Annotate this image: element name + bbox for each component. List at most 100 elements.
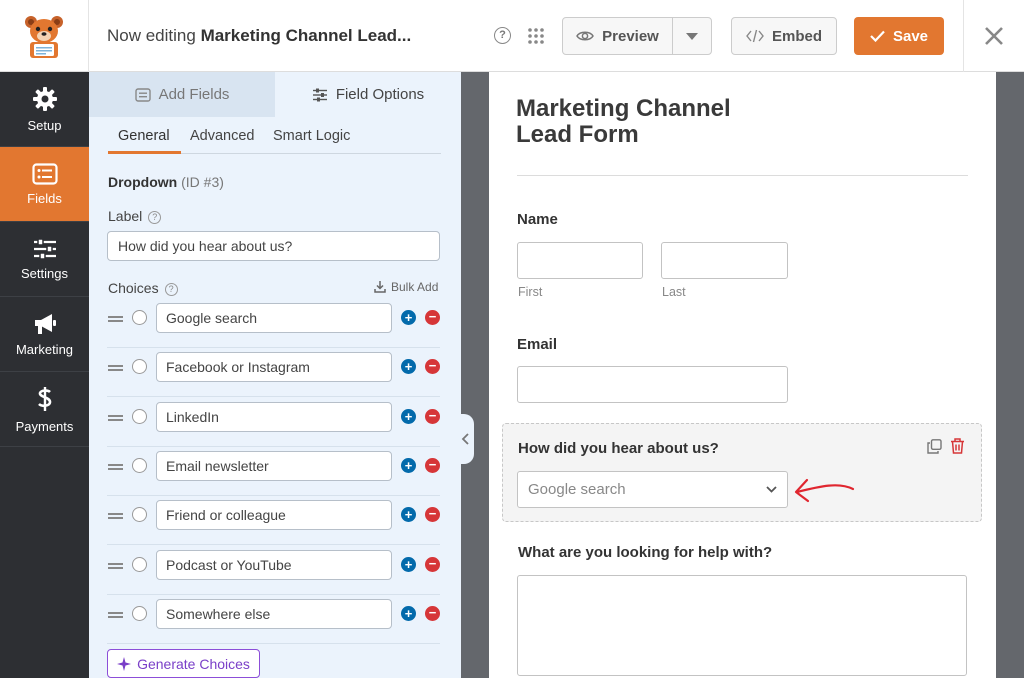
help-icon[interactable]: ? xyxy=(494,27,511,44)
form-title: Marketing Channel Lead Form xyxy=(516,95,731,148)
help-field-label: What are you looking for help with? xyxy=(518,544,773,561)
choice-input[interactable]: Facebook or Instagram xyxy=(156,352,392,382)
gear-icon xyxy=(32,86,57,111)
default-radio[interactable] xyxy=(132,507,147,522)
nav-item-payments[interactable]: Payments xyxy=(0,372,89,447)
grid-dots-icon[interactable] xyxy=(527,27,545,45)
choice-row: LinkedIn + − xyxy=(107,398,440,447)
default-radio[interactable] xyxy=(132,458,147,473)
drag-handle-icon[interactable] xyxy=(108,365,123,371)
form-name: Marketing Channel Lead... xyxy=(200,26,412,45)
sliders-icon xyxy=(312,88,327,101)
choice-input[interactable]: Google search xyxy=(156,303,392,333)
choice-input[interactable]: LinkedIn xyxy=(156,402,392,432)
default-radio[interactable] xyxy=(132,359,147,374)
drag-handle-icon[interactable] xyxy=(108,316,123,322)
choice-input[interactable]: Email newsletter xyxy=(156,451,392,481)
nav-item-settings[interactable]: Settings xyxy=(0,222,89,297)
remove-choice-icon[interactable]: − xyxy=(425,310,440,325)
nav-item-fields[interactable]: Fields xyxy=(0,147,89,222)
trash-icon[interactable] xyxy=(950,438,965,454)
remove-choice-icon[interactable]: − xyxy=(425,557,440,572)
subtab-advanced[interactable]: Advanced xyxy=(190,128,255,144)
drag-handle-icon[interactable] xyxy=(108,563,123,569)
embed-label: Embed xyxy=(771,27,822,45)
list-icon xyxy=(134,87,151,102)
tab-field-options[interactable]: Field Options xyxy=(275,72,461,117)
drag-handle-icon[interactable] xyxy=(108,612,123,618)
choice-input[interactable]: Podcast or YouTube xyxy=(156,550,392,580)
nav-label-payments: Payments xyxy=(15,418,74,434)
add-choice-icon[interactable]: + xyxy=(401,606,416,621)
choice-input[interactable]: Somewhere else xyxy=(156,599,392,629)
left-nav: Setup Fields Settings Marketing Payments xyxy=(0,72,89,678)
eye-icon xyxy=(576,31,595,41)
remove-choice-icon[interactable]: − xyxy=(425,409,440,424)
check-icon xyxy=(870,30,885,42)
default-radio[interactable] xyxy=(132,606,147,621)
close-icon xyxy=(985,27,1003,45)
title-divider xyxy=(517,175,968,176)
add-choice-icon[interactable]: + xyxy=(401,409,416,424)
add-choice-icon[interactable]: + xyxy=(401,310,416,325)
remove-choice-icon[interactable]: − xyxy=(425,507,440,522)
default-radio[interactable] xyxy=(132,310,147,325)
help-icon[interactable]: ? xyxy=(164,283,178,296)
nav-label-fields: Fields xyxy=(27,190,62,206)
remove-choice-icon[interactable]: − xyxy=(425,606,440,621)
add-choice-icon[interactable]: + xyxy=(401,359,416,374)
remove-choice-icon[interactable]: − xyxy=(425,458,440,473)
default-radio[interactable] xyxy=(132,557,147,572)
choice-row: Google search + − xyxy=(107,299,440,348)
nav-label-marketing: Marketing xyxy=(15,341,74,357)
add-choice-icon[interactable]: + xyxy=(401,458,416,473)
add-choice-icon[interactable]: + xyxy=(401,557,416,572)
remove-choice-icon[interactable]: − xyxy=(425,359,440,374)
code-icon xyxy=(746,29,764,43)
drag-handle-icon[interactable] xyxy=(108,464,123,470)
active-tab-indicator xyxy=(108,151,181,154)
nav-item-marketing[interactable]: Marketing xyxy=(0,297,89,372)
default-radio[interactable] xyxy=(132,409,147,424)
editing-title: Now editing Marketing Channel Lead... xyxy=(107,26,412,45)
logo[interactable] xyxy=(0,0,89,72)
dollar-icon xyxy=(37,386,51,411)
dropdown-select[interactable]: Google search xyxy=(517,471,788,508)
embed-button[interactable]: Embed xyxy=(731,17,837,55)
help-icon[interactable]: ? xyxy=(148,211,162,224)
close-button[interactable] xyxy=(963,0,1024,72)
choice-row: Somewhere else + − xyxy=(107,595,440,644)
name-field-label: Name xyxy=(517,211,558,228)
choice-input[interactable]: Friend or colleague xyxy=(156,500,392,530)
choices-heading: Choices? xyxy=(108,280,178,296)
drag-handle-icon[interactable] xyxy=(108,513,123,519)
last-name-input[interactable] xyxy=(661,242,788,279)
save-button[interactable]: Save xyxy=(854,17,944,55)
choice-row: Podcast or YouTube + − xyxy=(107,546,440,595)
dropdown-value: Google search xyxy=(528,481,626,498)
list-icon xyxy=(31,162,58,185)
bulk-add-button[interactable]: Bulk Add xyxy=(374,280,438,294)
subtab-smart-logic[interactable]: Smart Logic xyxy=(273,128,350,144)
preview-button[interactable]: Preview xyxy=(563,18,673,54)
label-heading: Label? xyxy=(108,208,162,224)
first-name-input[interactable] xyxy=(517,242,643,279)
generate-choices-button[interactable]: Generate Choices xyxy=(107,649,260,678)
annotation-arrow-icon xyxy=(794,478,855,503)
label-input[interactable]: How did you hear about us? xyxy=(107,231,440,261)
tab-add-fields[interactable]: Add Fields xyxy=(89,72,275,117)
email-input[interactable] xyxy=(517,366,788,403)
add-choice-icon[interactable]: + xyxy=(401,507,416,522)
megaphone-icon xyxy=(34,313,56,334)
duplicate-icon[interactable] xyxy=(927,439,942,454)
chevron-left-icon xyxy=(461,433,469,445)
subtab-general[interactable]: General xyxy=(118,128,170,144)
preview-dropdown-button[interactable] xyxy=(673,18,711,54)
collapse-panel-button[interactable] xyxy=(455,414,474,464)
drag-handle-icon[interactable] xyxy=(108,415,123,421)
nav-item-setup[interactable]: Setup xyxy=(0,72,89,147)
help-textarea[interactable] xyxy=(517,575,967,676)
choice-row: Facebook or Instagram + − xyxy=(107,348,440,397)
preview-label: Preview xyxy=(602,27,659,45)
sliders-icon xyxy=(33,237,56,260)
